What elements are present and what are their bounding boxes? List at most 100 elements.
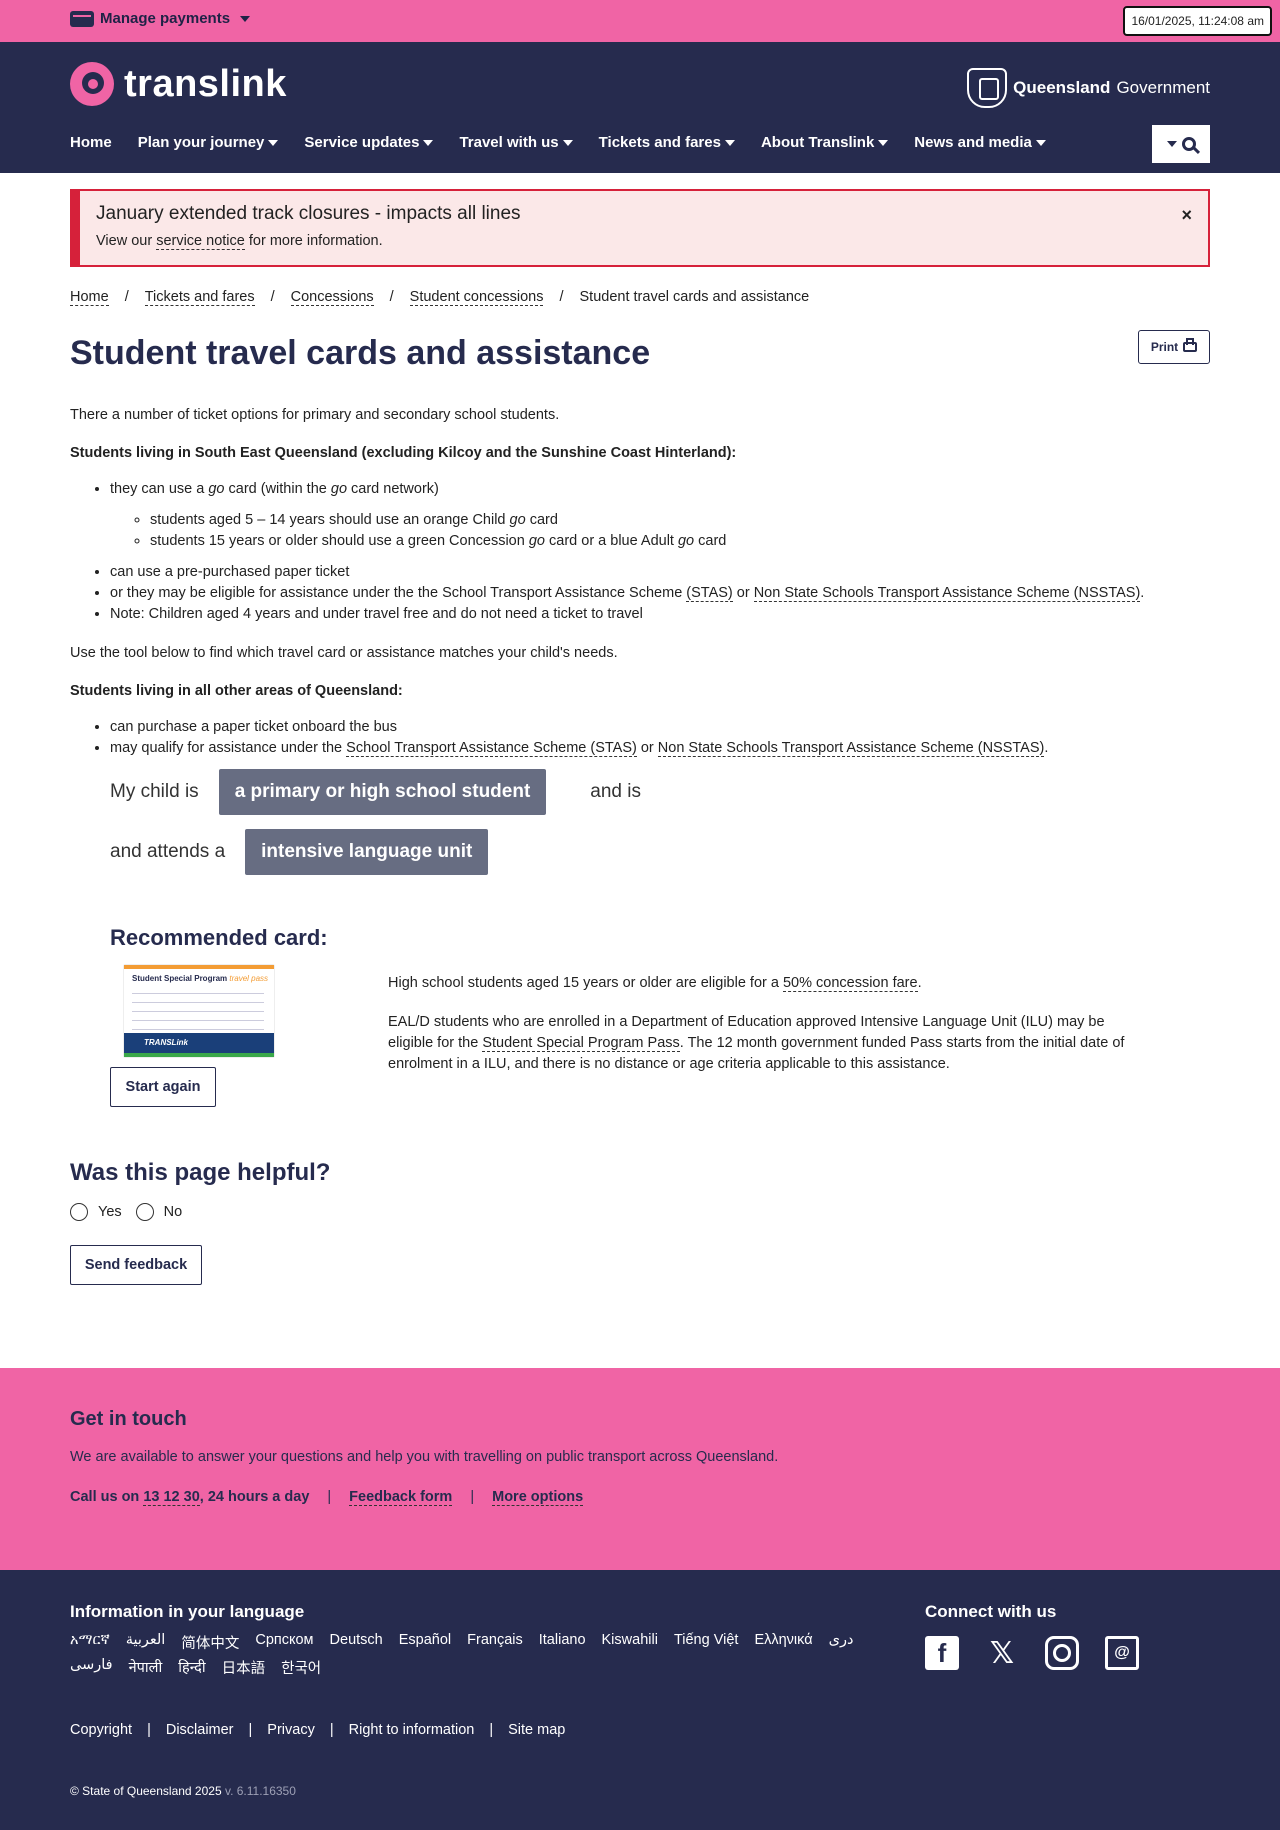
- language-link[interactable]: فارسی: [70, 1657, 113, 1678]
- nav-item-about-translink[interactable]: About Translink: [761, 134, 889, 151]
- card-brand: TRANSLink: [144, 1038, 188, 1047]
- facebook-icon[interactable]: f: [925, 1636, 959, 1670]
- language-link[interactable]: Српском: [255, 1632, 313, 1653]
- go-emphasis: go: [330, 481, 348, 497]
- separator: |: [147, 1722, 151, 1738]
- concession-fare-link[interactable]: 50% concession fare: [782, 975, 918, 992]
- selector-row: My child is a primary or high school stu…: [110, 769, 1210, 815]
- card-stripe: [124, 1053, 274, 1057]
- tool-text: Use the tool below to find which travel …: [70, 645, 618, 661]
- caret-down-icon: [240, 15, 251, 22]
- service-notice-link[interactable]: service notice: [156, 233, 245, 250]
- radio-no-input[interactable]: [135, 1203, 154, 1221]
- list-text: students 15 years or older should use a …: [150, 533, 529, 549]
- nav-item-service-updates[interactable]: Service updates: [304, 134, 434, 151]
- language-link[interactable]: 简体中文: [181, 1632, 239, 1653]
- breadcrumb-tickets-and-fares[interactable]: Tickets and fares: [144, 289, 255, 306]
- manage-payments-menu[interactable]: Manage payments: [70, 10, 251, 27]
- send-feedback-button[interactable]: Send feedback: [70, 1245, 202, 1285]
- print-button[interactable]: Print: [1138, 330, 1210, 364]
- language-link[interactable]: Deutsch: [330, 1632, 383, 1653]
- language-link[interactable]: Français: [467, 1632, 523, 1653]
- privacy-link[interactable]: Privacy: [267, 1722, 315, 1738]
- separator: |: [248, 1722, 253, 1738]
- translink-logo[interactable]: translink: [70, 62, 287, 106]
- language-link[interactable]: Italiano: [539, 1632, 586, 1653]
- language-link[interactable]: Español: [399, 1632, 451, 1653]
- list-text: or: [636, 740, 658, 756]
- student-type-selector[interactable]: a primary or high school student: [218, 769, 547, 815]
- language-link[interactable]: Kiswahili: [602, 1632, 658, 1653]
- list-item: can use a pre-purchased paper ticket: [110, 562, 1210, 583]
- school-type-selector[interactable]: intensive language unit: [245, 829, 489, 875]
- disclaimer-link[interactable]: Disclaimer: [166, 1722, 234, 1738]
- breadcrumb-student-concessions[interactable]: Student concessions: [409, 289, 544, 306]
- feedback-form-link[interactable]: Feedback form: [349, 1489, 453, 1506]
- special-program-pass-link[interactable]: Student Special Program Pass: [482, 1035, 680, 1052]
- breadcrumb: Home / Tickets and fares / Concessions /…: [70, 289, 1210, 306]
- instagram-icon[interactable]: [1045, 1636, 1079, 1670]
- nsstas-link[interactable]: Non State Schools Transport Assistance S…: [753, 585, 1141, 602]
- nav-label: Tickets and fares: [598, 134, 721, 151]
- nav-label: Travel with us: [459, 134, 559, 151]
- copyright-link[interactable]: Copyright: [70, 1722, 132, 1738]
- start-again-button[interactable]: Start again: [110, 1067, 216, 1107]
- breadcrumb-concessions[interactable]: Concessions: [290, 289, 374, 306]
- language-link[interactable]: नेपाली: [129, 1657, 163, 1678]
- my-child-is-label: My child is: [110, 781, 199, 802]
- nav-item-tickets-and-fares[interactable]: Tickets and fares: [599, 134, 735, 151]
- close-icon[interactable]: ×: [1181, 205, 1192, 226]
- breadcrumb-home[interactable]: Home: [70, 289, 109, 306]
- search-button[interactable]: [1152, 125, 1210, 163]
- get-in-touch-text: We are available to answer your question…: [70, 1449, 779, 1465]
- radio-no[interactable]: No: [135, 1203, 183, 1221]
- nav-item-plan-your-journey[interactable]: Plan your journey: [138, 134, 279, 151]
- call-post: , 24 hours a day: [199, 1489, 310, 1505]
- language-link[interactable]: 한국어: [281, 1657, 321, 1678]
- more-options-link[interactable]: More options: [492, 1489, 584, 1506]
- nav-item-news-and-media[interactable]: News and media: [914, 134, 1046, 151]
- language-list: አማርኛ العربية 简体中文 Српском Deutsch Españo…: [70, 1632, 900, 1678]
- card-line: [132, 1020, 264, 1021]
- recommended-card-section: Recommended card: Student Special Progra…: [110, 925, 1210, 1107]
- translink-logo-icon: [70, 62, 114, 106]
- language-link[interactable]: Tiếng Việt: [674, 1632, 739, 1653]
- version-text: v. 6.11.16350: [221, 1784, 296, 1798]
- right-to-information-link[interactable]: Right to information: [349, 1722, 475, 1738]
- list-item: or they may be eligible for assistance u…: [110, 583, 1210, 604]
- queensland-government-logo[interactable]: Queensland Government: [967, 68, 1210, 108]
- site-map-link[interactable]: Site map: [508, 1722, 565, 1738]
- list-text: .: [1044, 740, 1049, 756]
- card-title-em: travel pass: [229, 974, 269, 983]
- nav-item-home[interactable]: Home: [70, 134, 112, 151]
- alert-title: January extended track closures - impact…: [96, 203, 521, 224]
- list-text: they can use a: [110, 481, 209, 497]
- language-link[interactable]: አማርኛ: [70, 1632, 110, 1653]
- go-emphasis: go: [509, 512, 526, 528]
- list-item: may qualify for assistance under the Sch…: [110, 738, 1210, 759]
- language-link[interactable]: دری: [829, 1632, 854, 1653]
- seq-sublist: students aged 5 – 14 years should use an…: [110, 510, 1210, 552]
- nav-item-travel-with-us[interactable]: Travel with us: [459, 134, 573, 151]
- language-link[interactable]: 日本語: [222, 1657, 266, 1678]
- legal-links: Copyright | Disclaimer | Privacy | Right…: [70, 1722, 565, 1738]
- language-link[interactable]: العربية: [126, 1632, 166, 1653]
- radio-yes-input[interactable]: [70, 1203, 88, 1221]
- nsstas-link[interactable]: Non State Schools Transport Assistance S…: [657, 740, 1045, 757]
- recommended-paragraph: EAL/D students who are enrolled in a Dep…: [388, 1012, 1148, 1075]
- email-icon[interactable]: @: [1105, 1636, 1139, 1670]
- datetime-display: 16/01/2025, 11:24:08 am: [1123, 6, 1272, 36]
- stas-link[interactable]: School Transport Assistance Scheme (STAS…: [346, 740, 637, 757]
- list-text: card network): [347, 481, 439, 497]
- language-link[interactable]: हिन्दी: [178, 1657, 205, 1678]
- card-icon: [70, 10, 94, 27]
- stas-link[interactable]: (STAS): [686, 585, 733, 602]
- print-label: Print: [1150, 340, 1179, 354]
- radio-yes[interactable]: Yes: [70, 1203, 122, 1221]
- x-icon[interactable]: 𝕏: [985, 1636, 1019, 1670]
- phone-link[interactable]: 13 12 30: [143, 1489, 200, 1506]
- radio-no-label: No: [163, 1204, 183, 1220]
- list-text: may qualify for assistance under the: [110, 740, 347, 756]
- list-text: .: [1140, 585, 1145, 601]
- language-link[interactable]: Ελληνικά: [754, 1632, 812, 1653]
